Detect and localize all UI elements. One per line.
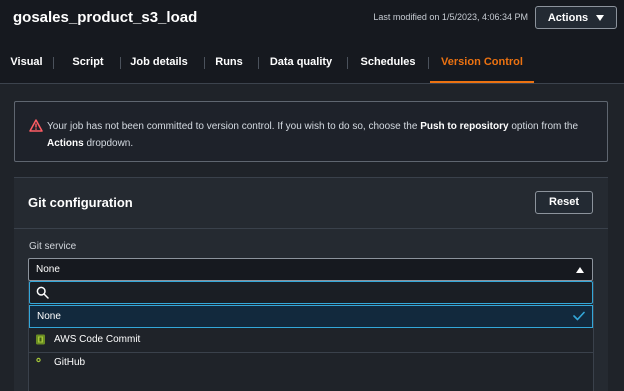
github-icon [36, 357, 41, 363]
option-label: GitHub [54, 357, 86, 368]
job-title: gosales_product_s3_load [13, 9, 198, 26]
codecommit-icon [36, 334, 45, 345]
tab-data-quality[interactable]: Data quality [262, 43, 340, 83]
top-bar: gosales_product_s3_load Last modified on… [0, 0, 624, 40]
tab-job-details[interactable]: Job details [122, 43, 196, 83]
tab-bar: Visual Script Job details Runs Data qual… [0, 43, 624, 84]
tab-visual[interactable]: Visual [0, 43, 53, 83]
option-github[interactable]: GitHub [29, 352, 593, 375]
alert-text-part: option from the [508, 121, 579, 132]
option-aws-code-commit[interactable]: AWS Code Commit [29, 329, 593, 352]
check-icon [573, 311, 585, 321]
tab-script[interactable]: Script [62, 43, 114, 83]
git-service-selected-value: None [36, 264, 60, 275]
actions-button[interactable]: Actions [535, 6, 617, 29]
warning-icon [29, 119, 43, 132]
git-service-select[interactable]: None [28, 258, 593, 281]
git-service-dropdown: None AWS Code Commit GitHub [28, 281, 594, 391]
tab-runs[interactable]: Runs [206, 43, 252, 83]
tab-separator [53, 57, 54, 69]
last-modified-text: Last modified on 1/5/2023, 4:06:34 PM [373, 12, 528, 22]
tab-separator [428, 57, 429, 69]
git-configuration-title: Git configuration [28, 195, 133, 210]
alert-bold-push: Push to repository [420, 121, 509, 132]
tab-version-control[interactable]: Version Control [430, 43, 534, 83]
tab-separator [204, 57, 205, 69]
option-label: None [37, 311, 61, 322]
option-label: AWS Code Commit [54, 334, 141, 345]
tab-schedules[interactable]: Schedules [352, 43, 424, 83]
reset-button[interactable]: Reset [535, 191, 593, 214]
alert-message: Your job has not been committed to versi… [47, 118, 595, 152]
alert-bold-actions: Actions [47, 138, 84, 149]
tab-separator [347, 57, 348, 69]
alert-text-part: dropdown. [83, 138, 134, 149]
git-service-label: Git service [29, 241, 77, 252]
tab-separator [120, 57, 121, 69]
tab-separator [258, 57, 259, 69]
actions-button-label: Actions [547, 11, 589, 24]
alert-text-part: Your job has not been committed to versi… [47, 121, 421, 132]
git-service-search-input[interactable] [29, 281, 593, 304]
caret-up-icon [576, 267, 584, 273]
search-icon [36, 286, 49, 299]
git-configuration-header: Git configuration Reset [14, 178, 608, 229]
version-control-alert: Your job has not been committed to versi… [14, 101, 608, 162]
option-none[interactable]: None [29, 305, 593, 328]
caret-down-icon [596, 14, 605, 21]
